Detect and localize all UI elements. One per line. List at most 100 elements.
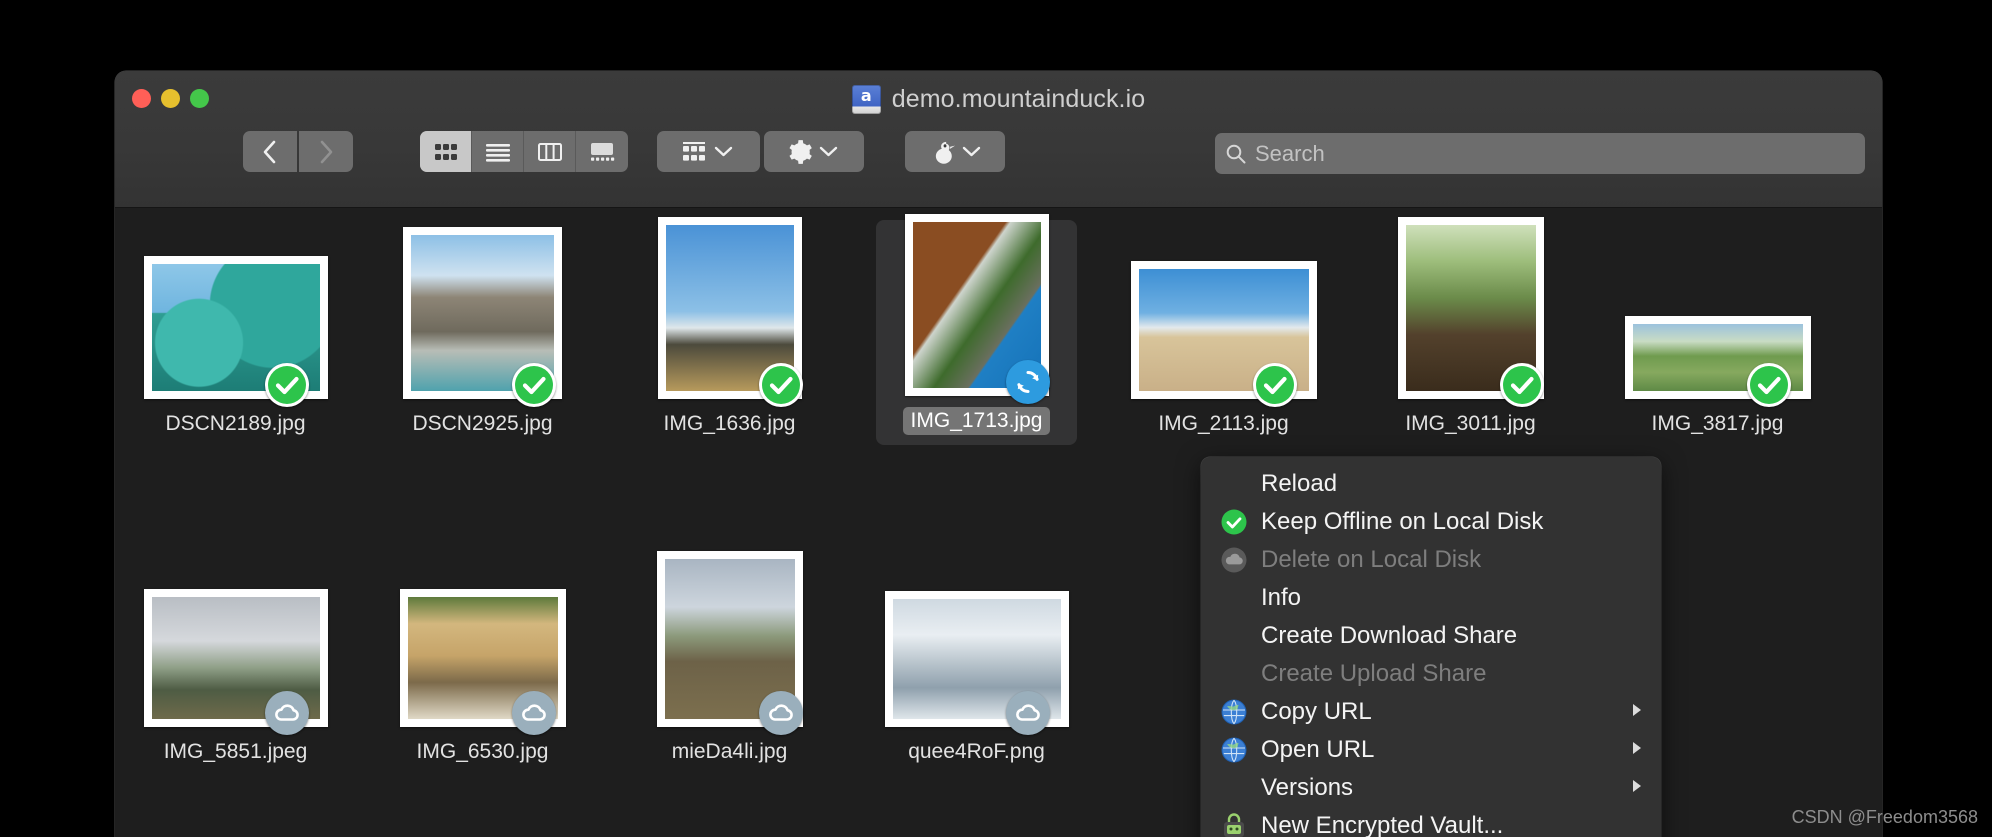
menu-item-create-download-share[interactable]: Create Download Share	[1201, 617, 1661, 655]
file-thumbnail[interactable]	[382, 561, 583, 735]
chevron-down-icon	[819, 146, 837, 157]
globe-icon	[1221, 699, 1247, 725]
view-icon-grid-button[interactable]	[420, 131, 472, 172]
minimize-button[interactable]	[161, 89, 180, 108]
context-menu[interactable]: Reload Keep Offline on Local Disk Delete o…	[1201, 457, 1661, 837]
globe-icon	[1219, 697, 1249, 727]
file-thumbnail[interactable]	[629, 217, 830, 407]
sync-complete-check-icon	[1747, 363, 1791, 407]
globe-icon	[1219, 735, 1249, 765]
forward-button[interactable]	[299, 131, 353, 172]
file-name-label[interactable]: IMG_3817.jpg	[1644, 410, 1792, 438]
menu-item-label: Copy URL	[1261, 698, 1372, 725]
menu-item-versions[interactable]: Versions	[1201, 769, 1661, 807]
menu-item-label: New Encrypted Vault...	[1261, 812, 1504, 837]
menu-item-label: Create Upload Share	[1261, 660, 1487, 687]
green-check-icon	[1221, 509, 1247, 535]
gray-cloud-icon	[1221, 547, 1247, 573]
menu-item-label: Create Download Share	[1261, 622, 1518, 649]
cloud-only-icon	[759, 691, 803, 735]
syncing-icon	[1006, 360, 1050, 404]
cryptomator-icon	[1219, 811, 1249, 837]
menu-item-open-url[interactable]: Open URL	[1201, 731, 1661, 769]
group-button[interactable]	[657, 131, 760, 172]
file-name-label[interactable]: IMG_6530.jpg	[409, 738, 557, 766]
page-title: demo.mountainduck.io	[891, 85, 1146, 113]
file-item[interactable]: DSCN2189.jpg	[135, 233, 336, 438]
menu-item-label: Versions	[1261, 774, 1354, 801]
file-item[interactable]: DSCN2925.jpg	[382, 227, 583, 438]
file-item[interactable]: IMG_1636.jpg	[629, 217, 830, 438]
amazon-s3-volume-icon	[851, 85, 881, 114]
file-thumbnail[interactable]	[876, 214, 1077, 404]
file-thumbnail[interactable]	[876, 561, 1077, 735]
file-name-label[interactable]: quee4RoF.png	[900, 738, 1053, 766]
group-by-icon	[683, 141, 705, 161]
list-view-icon	[485, 143, 510, 162]
gear-icon	[788, 139, 812, 164]
file-item[interactable]: quee4RoF.png	[876, 561, 1077, 766]
file-item[interactable]: mieDa4li.jpg	[629, 551, 830, 766]
view-list-button[interactable]	[472, 131, 524, 172]
gray-cloud-icon	[1219, 545, 1249, 575]
file-item[interactable]: IMG_3011.jpg	[1370, 217, 1571, 438]
action-button[interactable]	[764, 131, 864, 172]
maximize-button[interactable]	[190, 89, 209, 108]
menu-item-copy-url[interactable]: Copy URL	[1201, 693, 1661, 731]
file-thumbnail[interactable]	[1617, 233, 1818, 407]
menu-item-label: Keep Offline on Local Disk	[1261, 508, 1544, 535]
menu-icon-placeholder	[1219, 659, 1249, 689]
sync-complete-check-icon	[265, 363, 309, 407]
file-item[interactable]: IMG_3817.jpg	[1617, 233, 1818, 438]
search-icon	[1226, 144, 1246, 163]
menu-item-create-upload-share: Create Upload Share	[1201, 655, 1661, 693]
menu-item-new-encrypted-vault[interactable]: New Encrypted Vault...	[1201, 807, 1661, 837]
menu-icon-placeholder	[1219, 773, 1249, 803]
file-item[interactable]: IMG_5851.jpeg	[135, 561, 336, 766]
file-item[interactable]: IMG_6530.jpg	[382, 561, 583, 766]
icon-view-icon	[434, 143, 457, 160]
file-thumbnail[interactable]	[1370, 217, 1571, 407]
sync-complete-check-icon	[512, 363, 556, 407]
file-item[interactable]: IMG_2113.jpg	[1123, 233, 1324, 438]
cryptomator-icon	[1224, 813, 1244, 837]
file-name-label[interactable]: IMG_1636.jpg	[656, 410, 804, 438]
file-name-label[interactable]: DSCN2925.jpg	[404, 410, 560, 438]
submenu-arrow-icon	[1629, 701, 1645, 724]
file-thumbnail[interactable]	[382, 227, 583, 407]
menu-icon-placeholder	[1219, 469, 1249, 499]
cloud-only-icon	[512, 691, 556, 735]
file-thumbnail[interactable]	[629, 551, 830, 735]
menu-item-delete-on-local-disk: Delete on Local Disk	[1201, 541, 1661, 579]
file-name-label[interactable]: IMG_1713.jpg	[902, 407, 1051, 435]
menu-item-label: Delete on Local Disk	[1261, 546, 1482, 573]
file-thumbnail[interactable]	[135, 233, 336, 407]
watermark: CSDN @Freedom3568	[1791, 807, 1978, 827]
mountain-duck-button[interactable]	[905, 131, 1005, 172]
file-name-label[interactable]: IMG_5851.jpeg	[156, 738, 316, 766]
back-button[interactable]	[243, 131, 297, 172]
view-gallery-button[interactable]	[576, 131, 628, 172]
view-column-button[interactable]	[524, 131, 576, 172]
search-placeholder: Search	[1255, 140, 1325, 166]
file-name-label[interactable]: mieDa4li.jpg	[664, 738, 796, 766]
menu-item-reload[interactable]: Reload	[1201, 465, 1661, 503]
file-thumbnail[interactable]	[1123, 233, 1324, 407]
file-name-label[interactable]: DSCN2189.jpg	[157, 410, 313, 438]
menu-item-label: Reload	[1261, 470, 1338, 497]
green-check-icon	[1219, 507, 1249, 537]
gallery-view-icon	[591, 142, 615, 161]
file-item[interactable]: IMG_1713.jpg	[876, 214, 1077, 445]
menu-item-info[interactable]: Info	[1201, 579, 1661, 617]
search-input[interactable]: Search	[1215, 133, 1865, 174]
file-name-label[interactable]: IMG_3011.jpg	[1397, 410, 1543, 438]
close-button[interactable]	[132, 89, 151, 108]
cloud-only-icon	[1006, 691, 1050, 735]
file-name-label[interactable]: IMG_2113.jpg	[1150, 410, 1296, 438]
menu-icon-placeholder	[1219, 583, 1249, 613]
chevron-right-icon	[320, 140, 333, 163]
submenu-arrow-icon	[1629, 739, 1645, 762]
menu-item-keep-offline-on-local-disk[interactable]: Keep Offline on Local Disk	[1201, 503, 1661, 541]
titlebar-and-toolbar: demo.mountainduck.io	[115, 71, 1882, 267]
file-thumbnail[interactable]	[135, 561, 336, 735]
